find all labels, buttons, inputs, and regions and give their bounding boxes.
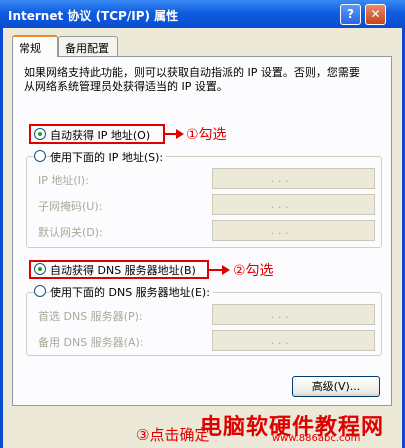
tab-alternate-config[interactable]: 备用配置 bbox=[58, 36, 118, 56]
window-title: Internet 协议 (TCP/IP) 属性 bbox=[8, 9, 179, 23]
dns-manual-label[interactable]: 使用下面的 DNS 服务器地址(E): bbox=[50, 284, 213, 300]
gateway-field[interactable]: . . . bbox=[212, 220, 375, 241]
subnet-mask-dots: . . . bbox=[271, 198, 289, 211]
arrow-head-2 bbox=[222, 265, 230, 275]
ip-auto-label[interactable]: 自动获得 IP 地址(O) bbox=[50, 127, 150, 143]
ip-auto-radio[interactable] bbox=[34, 128, 46, 140]
subnet-mask-field[interactable]: . . . bbox=[212, 194, 375, 215]
annotation-step1: ①勾选 bbox=[186, 127, 227, 143]
subnet-mask-label: 子网掩码(U): bbox=[38, 200, 103, 213]
annotation-step2: ②勾选 bbox=[233, 263, 274, 279]
gateway-label: 默认网关(D): bbox=[38, 226, 103, 239]
alternate-dns-field[interactable]: . . . bbox=[212, 330, 375, 351]
preferred-dns-field[interactable]: . . . bbox=[212, 304, 375, 325]
ip-manual-label[interactable]: 使用下面的 IP 地址(S): bbox=[50, 149, 167, 165]
tab-general[interactable]: 常规 bbox=[12, 35, 58, 57]
preferred-dns-dots: . . . bbox=[271, 308, 289, 321]
arrow-line-2 bbox=[209, 269, 223, 271]
description-text: 如果网络支持此功能，则可以获取自动指派的 IP 设置。否则，您需要从网络系统管理… bbox=[24, 66, 360, 93]
title-bar: Internet 协议 (TCP/IP) 属性 ? ✕ bbox=[0, 0, 405, 28]
alternate-dns-dots: . . . bbox=[271, 334, 289, 347]
ip-address-field[interactable]: . . . bbox=[212, 168, 375, 189]
window-border-left bbox=[0, 28, 3, 448]
ip-address-dots: . . . bbox=[271, 172, 289, 185]
alternate-dns-label: 备用 DNS 服务器(A): bbox=[38, 336, 144, 349]
dns-auto-label[interactable]: 自动获得 DNS 服务器地址(B) bbox=[50, 262, 196, 278]
arrow-head-1 bbox=[176, 129, 184, 139]
preferred-dns-label: 首选 DNS 服务器(P): bbox=[38, 310, 143, 323]
dns-manual-radio[interactable] bbox=[34, 285, 46, 297]
annotation-step3: ③点击确定 bbox=[136, 426, 210, 444]
ip-address-label: IP 地址(I): bbox=[38, 174, 89, 187]
ip-manual-radio[interactable] bbox=[34, 150, 46, 162]
close-button[interactable]: ✕ bbox=[365, 4, 386, 25]
advanced-button[interactable]: 高级(V)... bbox=[292, 376, 380, 397]
watermark-url: www.886abc.com bbox=[272, 433, 361, 444]
dns-auto-radio[interactable] bbox=[34, 263, 46, 275]
gateway-dots: . . . bbox=[271, 224, 289, 237]
help-button[interactable]: ? bbox=[340, 4, 361, 25]
